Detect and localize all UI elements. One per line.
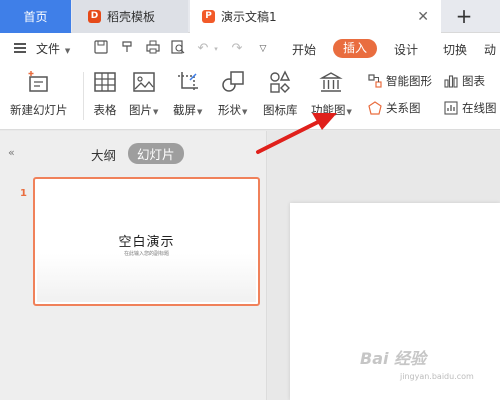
- icon-library-label: 图标库: [263, 103, 298, 117]
- function-chart-label: 功能图: [311, 103, 346, 117]
- docer-logo-icon: D: [88, 10, 101, 23]
- chevron-down-icon: ▼: [64, 47, 71, 55]
- slide-thumbnail-title: 空白演示: [118, 235, 175, 250]
- smart-graphic-label: 智能图形: [386, 74, 432, 88]
- watermark-logo: Bai 经验: [360, 349, 427, 368]
- print-icon[interactable]: [144, 40, 162, 58]
- chevron-down-icon: ▼: [197, 108, 203, 116]
- collapse-panel-icon[interactable]: «: [8, 146, 15, 159]
- table-button[interactable]: 表格: [93, 70, 117, 118]
- new-slide-label: 新建幻灯片: [10, 103, 68, 117]
- watermark-url: jingyan.baidu.com: [400, 372, 474, 381]
- ribbon-divider: [83, 72, 84, 120]
- screenshot-label: 截屏: [173, 103, 196, 117]
- tab-template-label: 稻壳模板: [107, 10, 156, 24]
- slide-thumbnail-content: 空白演示 在此输入您的副标题: [37, 181, 256, 302]
- shape-icon: [221, 71, 244, 92]
- table-icon: [94, 72, 116, 92]
- hamburger-icon[interactable]: [14, 41, 28, 57]
- slide-thumbnail-subtitle: 在此输入您的副标题: [123, 251, 169, 257]
- tab-outline[interactable]: 大纲: [91, 145, 116, 164]
- icon-library-icon: [270, 70, 291, 93]
- menu-bar: 文件 ▼ ↶ ▾ ↷ ▽ 开始 插入 设计 切换 动: [0, 33, 500, 64]
- relation-chart-button[interactable]: 关系图: [368, 100, 421, 116]
- table-label: 表格: [93, 103, 117, 117]
- online-chart-button[interactable]: 在线图: [444, 100, 497, 116]
- tab-start[interactable]: 开始: [292, 41, 316, 58]
- picture-button[interactable]: 图片▼: [129, 70, 158, 118]
- smart-graphic-icon: [368, 74, 382, 88]
- chevron-down-icon: ▼: [242, 108, 248, 116]
- presentation-file-icon: P: [202, 10, 215, 23]
- function-chart-icon: [319, 72, 344, 92]
- tab-design[interactable]: 设计: [394, 41, 418, 58]
- chart-label: 图表: [462, 74, 485, 88]
- print-preview-icon[interactable]: [169, 40, 187, 58]
- shape-label: 形状: [218, 103, 241, 117]
- ribbon-toolbar: 新建幻灯片 表格 图片▼ 截屏▼ 形状▼ 图标库 功能图▼ 智能图形 关系图 图…: [0, 64, 500, 130]
- file-menu-label: 文件: [36, 42, 61, 56]
- close-tab-icon[interactable]: ✕: [417, 9, 429, 25]
- online-chart-icon: [444, 101, 458, 115]
- tab-animation[interactable]: 动: [484, 41, 496, 58]
- file-menu[interactable]: 文件 ▼: [36, 41, 70, 57]
- slide-number: 1: [20, 188, 27, 199]
- bar-chart-icon: [444, 75, 458, 88]
- new-slide-icon: [28, 71, 48, 92]
- slide-canvas[interactable]: [290, 203, 500, 400]
- tab-home[interactable]: 首页: [0, 0, 71, 33]
- tab-home-label: 首页: [23, 10, 48, 24]
- chevron-down-icon: ▼: [153, 108, 159, 116]
- tab-bar: 首页 D 稻壳模板 P 演示文稿1 ✕ +: [0, 0, 500, 33]
- picture-label: 图片: [129, 103, 152, 117]
- slide-thumbnail[interactable]: 空白演示 在此输入您的副标题: [33, 177, 260, 306]
- tab-template[interactable]: D 稻壳模板: [72, 0, 188, 33]
- relation-chart-label: 关系图: [386, 101, 421, 115]
- chart-button[interactable]: 图表: [444, 73, 485, 89]
- more-dropdown-icon[interactable]: ▽: [254, 40, 272, 58]
- tab-transition[interactable]: 切换: [443, 41, 467, 58]
- function-chart-button[interactable]: 功能图▼: [311, 70, 352, 118]
- tab-insert[interactable]: 插入: [333, 39, 378, 58]
- redo-icon[interactable]: ↷: [228, 40, 246, 58]
- format-painter-icon[interactable]: [118, 40, 136, 58]
- undo-dropdown-icon[interactable]: ▾: [207, 40, 225, 58]
- tab-slides[interactable]: 幻灯片: [128, 143, 184, 164]
- screenshot-icon: [177, 72, 198, 92]
- save-icon[interactable]: [92, 40, 110, 58]
- tab-document-label: 演示文稿1: [221, 10, 277, 24]
- screenshot-button[interactable]: 截屏▼: [173, 70, 202, 118]
- relation-chart-icon: [368, 101, 382, 115]
- online-chart-label: 在线图: [462, 101, 497, 115]
- add-tab-button[interactable]: +: [454, 4, 474, 28]
- tab-document[interactable]: P 演示文稿1 ✕: [190, 0, 441, 33]
- new-slide-button[interactable]: 新建幻灯片: [10, 70, 68, 118]
- smart-graphic-button[interactable]: 智能图形: [368, 73, 432, 89]
- icon-library-button[interactable]: 图标库: [263, 70, 298, 118]
- shape-button[interactable]: 形状▼: [218, 70, 247, 118]
- picture-icon: [132, 72, 155, 92]
- chevron-down-icon: ▼: [346, 108, 352, 116]
